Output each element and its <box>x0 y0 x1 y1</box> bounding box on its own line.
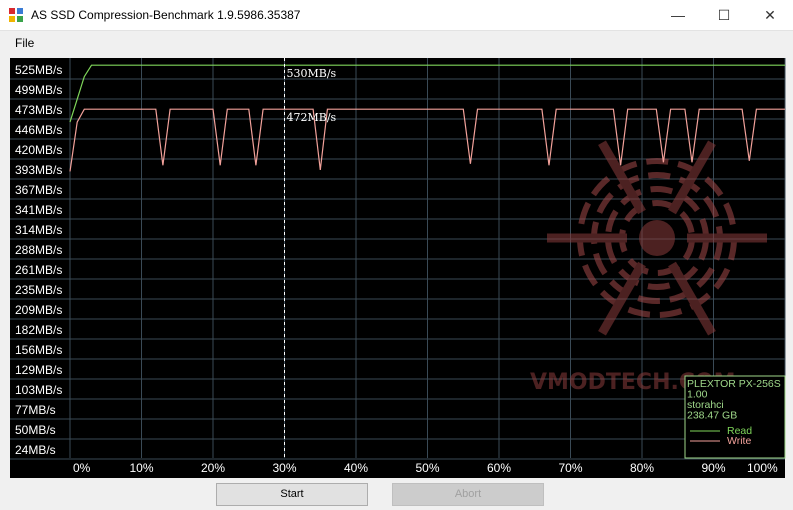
y-tick-label: 314MB/s <box>15 223 62 237</box>
window-title: AS SSD Compression-Benchmark 1.9.5986.35… <box>31 8 301 22</box>
x-tick-label: 40% <box>344 461 368 475</box>
x-tick-label: 10% <box>130 461 154 475</box>
y-tick-label: 182MB/s <box>15 323 62 337</box>
y-tick-label: 261MB/s <box>15 263 62 277</box>
device-capacity: 238.47 GB <box>687 410 737 422</box>
y-tick-label: 235MB/s <box>15 283 62 297</box>
y-tick-label: 156MB/s <box>15 343 62 357</box>
y-tick-label: 525MB/s <box>15 63 62 77</box>
menu-file[interactable]: File <box>9 35 40 51</box>
x-tick-label: 20% <box>201 461 225 475</box>
abort-button[interactable]: Abort <box>392 483 544 506</box>
device-info-box: PLEXTOR PX-256S1.00storahci238.47 GBRead… <box>684 375 786 459</box>
start-button[interactable]: Start <box>216 483 368 506</box>
y-tick-label: 367MB/s <box>15 183 62 197</box>
app-icon <box>9 8 23 22</box>
y-tick-label: 103MB/s <box>15 383 62 397</box>
y-tick-label: 341MB/s <box>15 203 62 217</box>
x-tick-label: 100% <box>747 461 778 475</box>
y-tick-label: 473MB/s <box>15 103 62 117</box>
marker-value-label: 530MB/s <box>287 67 337 80</box>
y-tick-label: 129MB/s <box>15 363 62 377</box>
y-tick-label: 209MB/s <box>15 303 62 317</box>
y-tick-label: 446MB/s <box>15 123 62 137</box>
benchmark-chart: VMODTECH.COM 525MB/s499MB/s473MB/s446MB/… <box>10 58 786 478</box>
close-button[interactable]: ✕ <box>747 0 793 31</box>
maximize-button[interactable]: ☐ <box>701 0 747 31</box>
x-tick-label: 30% <box>273 461 297 475</box>
y-tick-label: 77MB/s <box>15 403 56 417</box>
y-tick-label: 393MB/s <box>15 163 62 177</box>
title-bar: AS SSD Compression-Benchmark 1.9.5986.35… <box>0 0 793 31</box>
x-tick-label: 0% <box>73 461 91 475</box>
y-tick-label: 50MB/s <box>15 423 56 437</box>
y-tick-label: 24MB/s <box>15 443 56 457</box>
menu-bar: File <box>0 31 793 55</box>
x-tick-label: 90% <box>702 461 726 475</box>
x-tick-label: 50% <box>416 461 440 475</box>
marker-value-label: 472MB/s <box>287 111 337 124</box>
y-tick-label: 499MB/s <box>15 83 62 97</box>
x-tick-label: 70% <box>559 461 583 475</box>
x-tick-label: 80% <box>630 461 654 475</box>
minimize-button[interactable]: — <box>655 0 701 31</box>
watermark-hub <box>639 220 675 256</box>
y-tick-label: 420MB/s <box>15 143 62 157</box>
y-tick-label: 288MB/s <box>15 243 62 257</box>
legend-label-write: Write <box>727 435 751 447</box>
x-tick-label: 60% <box>487 461 511 475</box>
